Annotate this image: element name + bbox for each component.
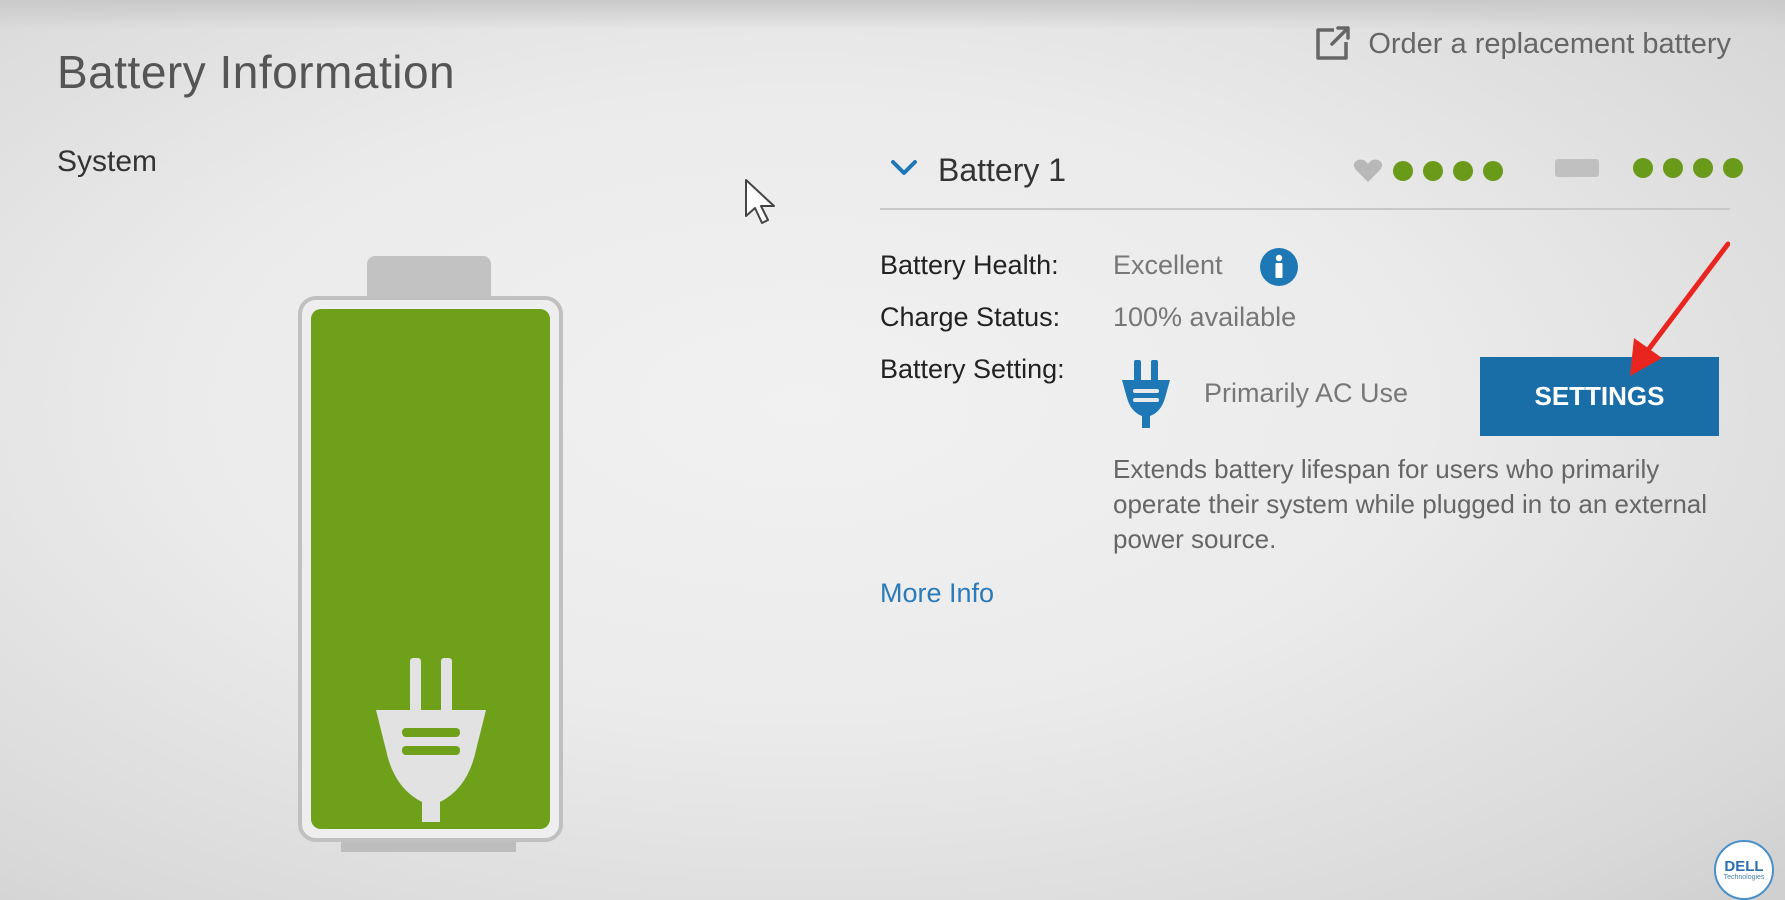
charge-status-label: Charge Status: bbox=[880, 302, 1061, 332]
health-dot bbox=[1453, 161, 1473, 181]
mouse-cursor-icon bbox=[745, 179, 775, 224]
ac-plug-icon bbox=[1122, 360, 1170, 428]
info-glyph bbox=[1275, 254, 1283, 278]
order-replacement-link[interactable]: Order a replacement battery bbox=[1312, 24, 1731, 64]
charge-status-value: 100% available bbox=[1113, 302, 1297, 332]
charge-dot bbox=[1663, 158, 1683, 178]
health-dot bbox=[1483, 161, 1503, 181]
system-battery-graphic bbox=[298, 256, 563, 852]
heart-icon bbox=[1353, 159, 1383, 182]
charge-rating bbox=[1555, 158, 1743, 178]
logo-word: DELL bbox=[1724, 858, 1764, 875]
battery-setting-label: Battery Setting: bbox=[880, 354, 1065, 384]
page-title: Battery Information bbox=[57, 45, 456, 98]
order-link-label: Order a replacement battery bbox=[1368, 27, 1731, 60]
setting-description: Extends battery lifespan for users who p… bbox=[1113, 454, 1708, 554]
dell-technologies-logo: DELL Technologies bbox=[1714, 840, 1774, 900]
external-link-icon bbox=[1316, 26, 1351, 60]
charge-dot bbox=[1633, 158, 1653, 178]
battery-1-header: Battery 1 bbox=[880, 148, 1743, 210]
battery-mini-icon bbox=[1555, 159, 1599, 177]
battery-title: Battery 1 bbox=[938, 152, 1067, 188]
health-dot bbox=[1423, 161, 1443, 181]
battery-health-value: Excellent bbox=[1113, 250, 1223, 280]
charge-dot bbox=[1723, 158, 1743, 178]
charge-dot bbox=[1693, 158, 1713, 178]
annotation-arrow-icon bbox=[1630, 241, 1730, 376]
battery-health-label: Battery Health: bbox=[880, 250, 1059, 280]
logo-sub: Technologies bbox=[1723, 874, 1765, 881]
chevron-down-icon[interactable] bbox=[890, 158, 918, 178]
health-dot bbox=[1393, 161, 1413, 181]
info-icon[interactable] bbox=[1260, 248, 1298, 286]
health-rating bbox=[1353, 158, 1503, 184]
battery-setting-value: Primarily AC Use bbox=[1204, 378, 1409, 408]
system-label: System bbox=[57, 145, 158, 178]
more-info-link[interactable]: More Info bbox=[880, 578, 994, 609]
